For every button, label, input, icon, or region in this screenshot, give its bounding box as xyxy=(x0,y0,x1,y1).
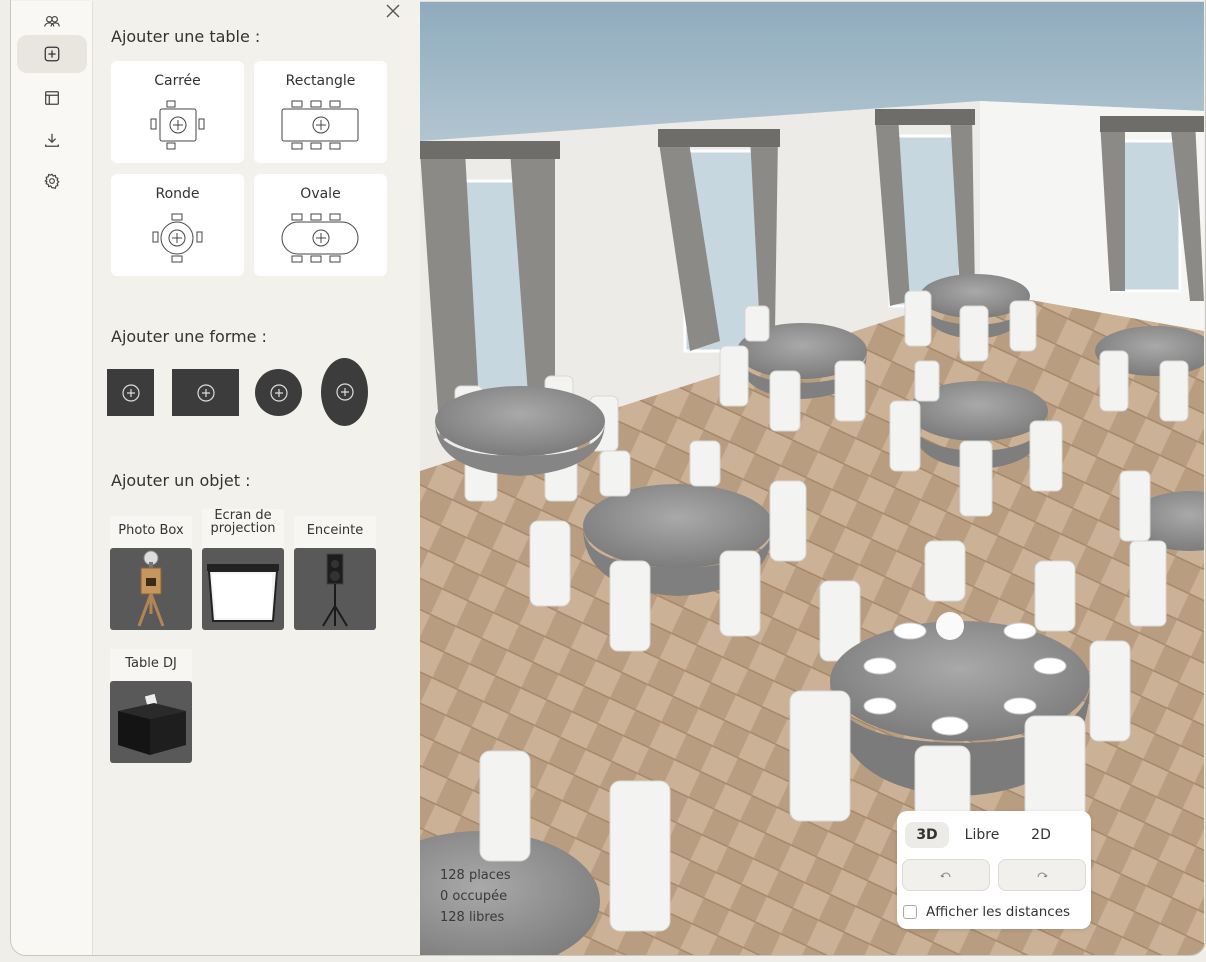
table-card-round[interactable]: Ronde xyxy=(111,174,244,276)
table-card-label: Rectangle xyxy=(285,73,356,89)
shapes-section-title: Ajouter une forme : xyxy=(111,327,267,346)
shape-rectangle-button[interactable] xyxy=(172,369,239,416)
rotate-right-icon xyxy=(1037,872,1048,878)
rectangle-table-icon xyxy=(281,100,359,150)
rail-layout-button[interactable] xyxy=(17,79,87,117)
window-frame: Ajouter une table : Carrée Rectangle Ron… xyxy=(10,0,1206,956)
add-square-icon xyxy=(44,46,60,62)
seats-free: 128 libres xyxy=(440,910,505,925)
object-speaker[interactable] xyxy=(294,548,376,630)
table-card-oval[interactable]: Ovale xyxy=(254,174,387,276)
plus-circle-icon xyxy=(269,383,288,402)
object-label: Ecran de projection xyxy=(202,509,284,548)
plus-circle-icon xyxy=(196,383,215,402)
oval-table-icon xyxy=(281,213,359,263)
view-mode-libre[interactable]: Libre xyxy=(957,822,1007,848)
tables-section-title: Ajouter une table : xyxy=(111,27,261,46)
rotate-left-button[interactable] xyxy=(902,859,990,891)
object-label: Enceinte xyxy=(294,516,376,548)
rail-download-button[interactable] xyxy=(17,121,87,159)
rotate-left-icon xyxy=(940,872,951,878)
view-mode-3d[interactable]: 3D xyxy=(905,822,949,848)
users-icon xyxy=(44,16,60,27)
seats-occupied: 0 occupée xyxy=(440,889,508,904)
plus-circle-icon xyxy=(335,383,354,401)
floor-plan-3d-view[interactable]: 128 places 0 occupée 128 libres 3D Libre… xyxy=(420,1,1204,955)
projection-screen-image xyxy=(207,564,279,622)
rail-settings-button[interactable] xyxy=(17,162,87,200)
table-card-label: Carrée xyxy=(154,73,201,89)
table-card-rectangle[interactable]: Rectangle xyxy=(254,61,387,163)
photo-box-image xyxy=(137,550,165,627)
rotate-right-button[interactable] xyxy=(998,859,1086,891)
round-table-icon xyxy=(152,213,203,263)
speaker-image xyxy=(322,553,348,627)
object-label: Photo Box xyxy=(110,516,192,548)
download-icon xyxy=(45,133,59,147)
table-card-square[interactable]: Carrée xyxy=(111,61,244,163)
object-photo-box[interactable] xyxy=(110,548,192,630)
table-card-label: Ovale xyxy=(300,186,341,202)
sidebar-rail xyxy=(11,1,93,955)
object-label: Table DJ xyxy=(110,649,192,681)
view-controls: 3D Libre 2D Afficher les distances xyxy=(897,811,1091,929)
object-dj-table[interactable] xyxy=(110,681,192,763)
gear-icon xyxy=(44,173,60,190)
rail-add-button[interactable] xyxy=(17,35,87,73)
shape-oval-button[interactable] xyxy=(321,358,368,426)
square-table-icon xyxy=(150,100,205,150)
app-root: Ajouter une table : Carrée Rectangle Ron… xyxy=(0,0,1206,962)
show-distances-label: Afficher les distances xyxy=(926,904,1071,920)
plus-circle-icon xyxy=(121,383,140,402)
layout-icon xyxy=(45,91,59,105)
add-elements-panel: Ajouter une table : Carrée Rectangle Ron… xyxy=(93,1,420,955)
objects-section-title: Ajouter un objet : xyxy=(111,471,251,490)
shape-square-button[interactable] xyxy=(107,369,154,416)
object-projection-screen[interactable] xyxy=(202,548,284,630)
table-card-label: Ronde xyxy=(155,186,200,202)
shape-circle-button[interactable] xyxy=(255,369,302,416)
seats-total: 128 places xyxy=(440,868,511,883)
dj-table-image xyxy=(118,693,186,755)
close-icon[interactable] xyxy=(383,1,403,21)
show-distances-checkbox[interactable] xyxy=(903,905,917,919)
view-mode-2d[interactable]: 2D xyxy=(1019,822,1063,848)
